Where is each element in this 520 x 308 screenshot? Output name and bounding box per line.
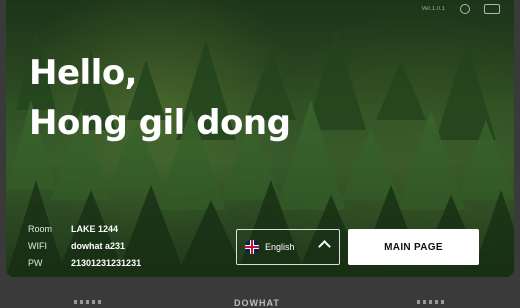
greeting: Hello, Hong gil dong: [29, 48, 291, 148]
wifi-value: dowhat a231: [71, 240, 126, 251]
room-label: Room: [28, 223, 53, 234]
dots-right: [417, 300, 445, 304]
bell-icon[interactable]: [460, 4, 470, 14]
dots-left: [74, 300, 102, 304]
uk-flag-icon: [245, 240, 259, 254]
brand-label: DOWHAT: [234, 298, 280, 308]
room-info: Room LAKE 1244 WIFI dowhat a231 PW 21301…: [28, 220, 141, 271]
version-label: Ver.1.0.1: [421, 6, 445, 12]
chevron-up-icon: [318, 240, 331, 253]
wifi-row: WIFI dowhat a231: [28, 237, 141, 254]
greeting-name: Hong gil dong: [29, 103, 291, 143]
room-row: Room LAKE 1244: [28, 220, 141, 237]
pw-label: PW: [28, 257, 43, 268]
language-selector[interactable]: English: [236, 229, 340, 265]
top-bar: Ver.1.0.1: [32, 4, 500, 14]
wifi-label: WIFI: [28, 240, 47, 251]
greeting-line-1: Hello,: [29, 53, 138, 93]
language-label: English: [265, 242, 295, 252]
pw-value: 21301231231231: [71, 257, 142, 268]
pw-row: PW 21301231231231: [28, 254, 141, 271]
room-value: LAKE 1244: [71, 223, 119, 234]
bottom-bar: DOWHAT: [0, 295, 520, 308]
battery-icon: [484, 4, 500, 14]
main-page-button[interactable]: MAIN PAGE: [348, 229, 479, 265]
